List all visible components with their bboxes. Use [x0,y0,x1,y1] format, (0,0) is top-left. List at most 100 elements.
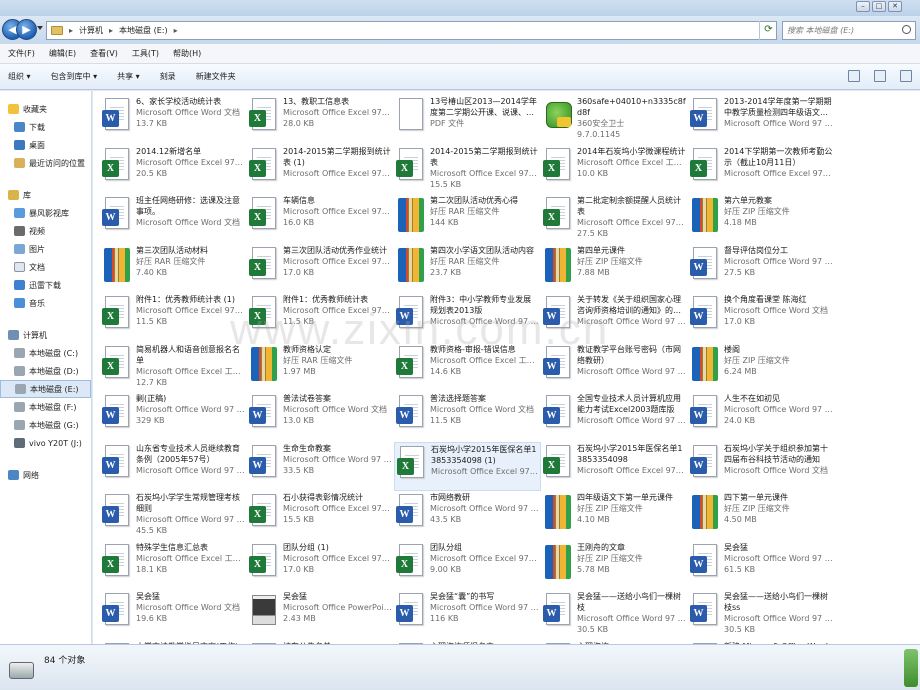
sidebar-computer[interactable]: 计算机 [0,326,91,344]
sidebar-network[interactable]: 网络 [0,466,91,484]
sidebar-favorites[interactable]: 收藏夹 [0,100,91,118]
file-item[interactable]: 吴会猛 Microsoft Office PowerPoint 9... 2.43 … [247,590,394,640]
file-item[interactable]: X 特殊学生信息汇总表 Microsoft Office Excel 工作表 18.1… [100,541,247,591]
history-dropdown-icon[interactable] [37,26,43,32]
sidebar-item-drive-j[interactable]: vivo Y20T (J:) [0,434,91,452]
file-item[interactable]: X 石炭坞小学2015年医保名单13853354098 (1) Microsoft … [394,441,541,491]
share-button[interactable]: 共享 ▾ [117,71,140,82]
sidebar-item-drive-g[interactable]: 本地磁盘 (G:) [0,416,91,434]
menu-file[interactable]: 文件(F) [8,48,35,59]
file-item[interactable]: W 督导评估岗位分工Microsoft Office Word 97 - 20..… [688,244,835,294]
file-item[interactable]: X 教师资格-审报-错误信息 Microsoft Office Excel 工作表 1… [394,343,541,393]
file-item[interactable]: W 市网络教研 Microsoft Office Word 97 - 20... 43… [394,491,541,541]
file-item[interactable]: W 吴会猛 Microsoft Office Word 文档 19.6 KB [100,590,247,640]
file-item[interactable]: X 团队分组 (1)Microsoft Office Excel 97-2003.… [247,541,394,591]
file-item[interactable]: W 班主任网络研修：选课及注意事项。 Microsoft Office Word 文… [100,194,247,244]
file-item[interactable]: W 6、家长学校活动统计表 Microsoft Office Word 文档 13.7… [100,95,247,145]
help-icon[interactable] [900,70,912,82]
file-item[interactable]: 教师资格认定 好压 RAR 压缩文件 1.97 MB [247,343,394,393]
file-list-pane[interactable]: W 6、家长学校活动统计表 Microsoft Office Word 文档 13.7… [93,91,920,644]
file-item[interactable]: X 附件1：优秀教师统计表 Microsoft Office Excel 97-20… [247,293,394,343]
file-item[interactable]: 第四次小学语文团队活动内容 好压 RAR 压缩文件 23.7 KB [394,244,541,294]
file-item[interactable]: X 简易机器人和语音创意报名名单 Microsoft Office Excel 工作… [100,343,247,393]
include-in-library-button[interactable]: 包含到库中 ▾ [51,71,98,82]
refresh-icon[interactable]: ⟳ [759,21,777,40]
search-icon[interactable] [902,25,911,34]
file-item[interactable]: W 普法试卷答案 Microsoft Office Word 文档 13.0 KB [247,392,394,442]
breadcrumb-computer[interactable]: 计算机 [79,25,103,36]
file-item[interactable]: W 换个角度看课堂 陈海红 Microsoft Office Word 文档 17.0… [688,293,835,343]
file-item[interactable]: W 山东省专业技术人员继续教育条例（2005年57号） Microsoft Offi… [100,442,247,492]
new-folder-button[interactable]: 新建文件夹 [196,71,236,82]
file-item[interactable]: 360safe+04010+n3335c8fd8f 360安全卫士 9.7.0.11… [541,95,688,145]
file-item[interactable]: 四年级语文下第一单元课件 好压 ZIP 压缩文件 4.10 MB [541,491,688,541]
file-item[interactable]: X 车辆信息 Microsoft Office Excel 97-2003... 16… [247,194,394,244]
sidebar-libraries[interactable]: 库 [0,186,91,204]
maximize-button[interactable]: □ [872,1,886,12]
file-item[interactable]: X 2014-2015第二学期报到统计表 (1) Microsoft Office … [247,145,394,195]
file-item[interactable]: 第六单元教案 好压 ZIP 压缩文件 4.18 MB [688,194,835,244]
file-item[interactable]: X 附件1：优秀教师统计表 (1) Microsoft Office Excel 9… [100,293,247,343]
file-item[interactable]: X 2014年石炭坞小学微课程统计 Microsoft Office Excel 工… [541,145,688,195]
menu-help[interactable]: 帮助(H) [173,48,201,59]
sidebar-item-pictures[interactable]: 图片 [0,240,91,258]
search-input[interactable]: 搜索 本地磁盘 (E:) [782,21,916,40]
file-item[interactable]: 四下第一单元课件 好压 ZIP 压缩文件 4.50 MB [688,491,835,541]
file-item[interactable]: 第二次团队活动优秀心得 好压 RAR 压缩文件 144 KB [394,194,541,244]
file-item[interactable]: W 剿(正稿) Microsoft Office Word 97 - 20... 32… [100,392,247,442]
sidebar-item-drive-d[interactable]: 本地磁盘 (D:) [0,362,91,380]
file-item[interactable]: W 教证教学平台账号密码（市网络教研） Microsoft Office Word … [541,343,688,393]
file-item[interactable]: 王刚舟的文章 好压 ZIP 压缩文件 5.78 MB [541,541,688,591]
sidebar-item-downloads[interactable]: 下载 [0,118,91,136]
file-item[interactable]: W关于转发《关于组织国家心理咨询师资格培训的通知》的通知 Microsoft Of… [541,293,688,343]
file-item[interactable]: 第三次团队活动材料 好压 RAR 压缩文件 7.40 KB [100,244,247,294]
file-item[interactable]: 13号椿山区2013—2014学年度第二学期公开课、说课、观摩交流... PDF … [394,95,541,145]
file-item[interactable]: X 2014-2015第二学期报到统计表 Microsoft Office Exce… [394,145,541,195]
file-item[interactable]: 楼阁 好压 ZIP 压缩文件 6.24 MB [688,343,835,393]
file-item[interactable]: W 生命生命教案Microsoft Office Word 97 - 20...3… [247,442,394,492]
sidebar-item-desktop[interactable]: 桌面 [0,136,91,154]
preview-pane-icon[interactable] [874,70,886,82]
close-button[interactable]: ✕ [888,1,902,12]
file-item[interactable]: W 普法选择题答案 Microsoft Office Word 文档 11.5 KB [394,392,541,442]
sidebar-item-drive-f[interactable]: 本地磁盘 (F:) [0,398,91,416]
sidebar-item-documents[interactable]: 文档 [0,258,91,276]
sidebar-item-drive-e[interactable]: 本地磁盘 (E:) [0,380,91,398]
burn-button[interactable]: 刻录 [160,71,176,82]
file-item[interactable]: W 石炭坞小学关于组织参加第十四届布谷科技节活动的通知 Microsoft Offi… [688,442,835,492]
file-item[interactable]: W 附件3：中小学教师专业发展规划表2013版 Microsoft Office W… [394,293,541,343]
menu-edit[interactable]: 编辑(E) [49,48,76,59]
file-item[interactable]: X 石炭坞小学2015年医保名单13853354098 Microsoft Offi… [541,442,688,492]
file-item[interactable]: W2013-2014学年度第一学期期中教学质量检测四年级语文试卷 Microsof… [688,95,835,145]
sidebar-item-drive-c[interactable]: 本地磁盘 (C:) [0,344,91,362]
file-name: 团队分组 [430,542,462,552]
sidebar-item-music[interactable]: 音乐 [0,294,91,312]
organize-button[interactable]: 组织 ▾ [8,71,31,82]
forward-button[interactable]: ▶ [16,19,37,40]
minimize-button[interactable]: – [856,1,870,12]
file-item[interactable]: X 石小获得表彰情况统计 Microsoft Office Excel 97-200… [247,491,394,541]
sidebar-item-xunlei[interactable]: 迅雷下载 [0,276,91,294]
sidebar-item-videos[interactable]: 视频 [0,222,91,240]
file-item[interactable]: X 团队分组Microsoft Office Excel 97-2003...9.… [394,541,541,591]
file-item[interactable]: W 石炭坞小学学生常规管理考核细则 Microsoft Office Word 97… [100,491,247,541]
file-item[interactable]: W 吴会猛Microsoft Office Word 97 - 20...61.5… [688,541,835,591]
file-item[interactable]: W 吴会猛“囊”的书写 Microsoft Office Word 97 - 20.… [394,590,541,640]
menu-tools[interactable]: 工具(T) [132,48,159,59]
file-item[interactable]: W 吴会猛——送给小鸟们一棵树枝ss Microsoft Office Word 9… [688,590,835,640]
file-item[interactable]: X 2014下学期第一次教师考勤公示（截止10月11日） Microsoft Off… [688,145,835,195]
file-item[interactable]: W 全国专业技术人员计算机应用能力考试Excel2003题库版 Microsoft … [541,392,688,442]
file-item[interactable]: W 人生不在如初见 Microsoft Office Word 97 - 20...… [688,392,835,442]
breadcrumb-drive-e[interactable]: 本地磁盘 (E:) [119,25,168,36]
view-options-icon[interactable] [848,70,860,82]
address-bar[interactable]: ▸ 计算机 ▸ 本地磁盘 (E:) ▸ [46,21,777,40]
file-item[interactable]: X 13、教职工信息表 Microsoft Office Excel 97-2003… [247,95,394,145]
file-item[interactable]: X 第二批定制余额提醒人员统计表 Microsoft Office Excel 97… [541,194,688,244]
file-item[interactable]: X 第三次团队活动优秀作业统计 Microsoft Office Excel 97-… [247,244,394,294]
sidebar-item-recent[interactable]: 最近访问的位置 [0,154,91,172]
sidebar-item-baofeng[interactable]: 暴风影视库 [0,204,91,222]
file-item[interactable]: W 吴会猛——送给小鸟们一棵树枝 Microsoft Office Word 97 … [541,590,688,640]
menu-view[interactable]: 查看(V) [90,48,118,59]
file-item[interactable]: 第四单元课件 好压 ZIP 压缩文件 7.88 MB [541,244,688,294]
file-item[interactable]: X 2014.12新增名单Microsoft Office Excel 97-20… [100,145,247,195]
